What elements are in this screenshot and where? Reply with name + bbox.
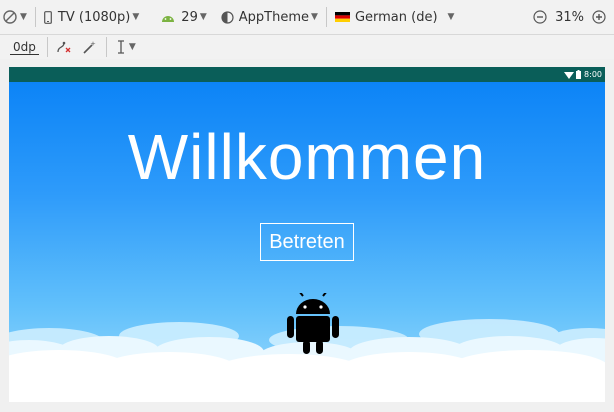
device-label: TV (1080p) [57, 9, 131, 25]
magic-wand-icon [82, 40, 98, 54]
theme-icon [221, 10, 234, 24]
enter-button[interactable]: Betreten [260, 223, 354, 261]
api-level-label: 29 [181, 9, 198, 25]
constraint-toolbar: 0dp ▼ [0, 35, 614, 59]
toolbar-divider [46, 37, 48, 57]
locale-label: German (de) [354, 9, 438, 25]
welcome-title: Willkommen [127, 121, 487, 193]
zoom-out-icon[interactable] [533, 10, 547, 24]
android-icon [161, 13, 175, 22]
status-time: 8:00 [584, 70, 602, 79]
toolbar-divider [105, 37, 107, 57]
toolbar-divider [325, 7, 327, 27]
guideline-icon [115, 40, 127, 54]
chevron-down-icon: ▼ [128, 42, 136, 52]
infer-constraints-button[interactable] [82, 35, 98, 59]
clear-constraints-icon [56, 40, 72, 54]
layers-icon [2, 9, 18, 25]
api-level-selector[interactable]: 29 ▼ [161, 5, 207, 29]
android-robot-icon [287, 293, 339, 354]
app-screen: Willkommen Betreten [9, 82, 605, 402]
battery-icon [576, 70, 582, 79]
locale-selector[interactable]: German (de) ▼ [334, 5, 455, 29]
zoom-level: 31% [555, 9, 584, 25]
chevron-down-icon: ▼ [20, 12, 27, 22]
phone-icon [44, 10, 52, 24]
guidelines-menu[interactable]: ▼ [115, 35, 136, 59]
zoom-in-icon[interactable] [592, 10, 606, 24]
chevron-down-icon: ▼ [447, 12, 455, 22]
theme-selector[interactable]: AppTheme ▼ [221, 5, 318, 29]
device-selector[interactable]: TV (1080p) ▼ [44, 5, 139, 29]
chevron-down-icon: ▼ [199, 12, 207, 22]
toolbar-divider [34, 7, 36, 27]
chevron-down-icon: ▼ [132, 12, 140, 22]
default-margin-label: 0dp [10, 40, 39, 55]
clear-constraints-button[interactable] [56, 35, 72, 59]
status-bar: 8:00 [9, 67, 605, 82]
layout-editor-toolbar: ▼ TV (1080p) ▼ 29 ▼ AppTheme ▼ German (d… [0, 0, 614, 35]
default-margin-selector[interactable]: 0dp [10, 35, 39, 59]
wifi-icon [564, 71, 575, 79]
chevron-down-icon: ▼ [311, 12, 318, 22]
theme-label: AppTheme [238, 9, 310, 25]
design-surface-button[interactable]: ▼ [2, 5, 27, 29]
german-flag-icon [334, 12, 350, 22]
device-preview: 8:00 Willkommen Betreten [9, 67, 605, 402]
zoom-controls: 31% [533, 5, 606, 29]
